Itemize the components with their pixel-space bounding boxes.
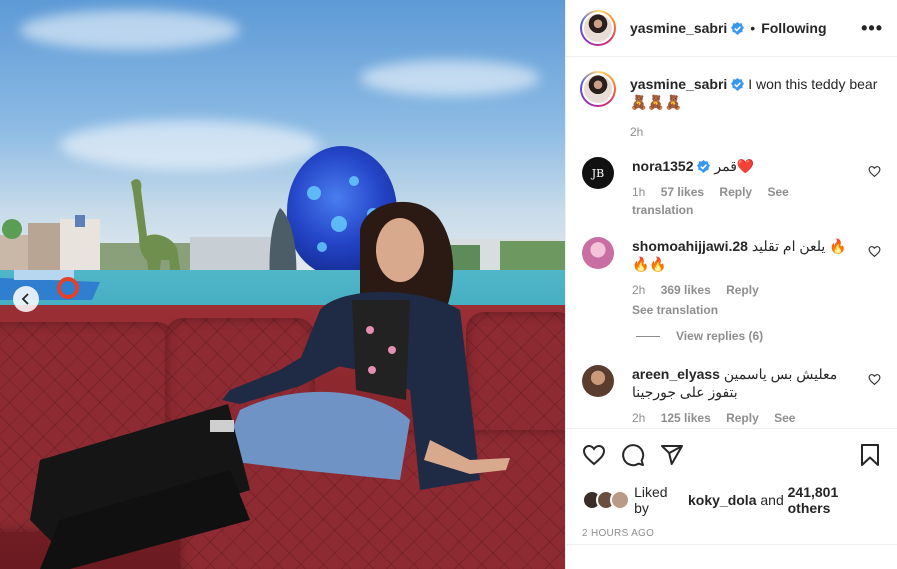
comment-text-line1: معليش بس ياسمين <box>723 366 838 382</box>
post-header: yasmine_sabri • Following ••• <box>566 0 897 57</box>
view-replies-button[interactable]: View replies (6) <box>636 329 881 343</box>
comment-item: JB nora1352 قمر❤️ 1h 57 likes Reply See … <box>582 157 881 219</box>
comment-likes[interactable]: 369 likes <box>661 283 711 297</box>
carousel-prev-button[interactable] <box>13 286 39 312</box>
photo-cloud <box>360 60 540 96</box>
comment-username[interactable]: nora1352 <box>632 158 693 174</box>
comments-list[interactable]: yasmine_sabri I won this teddy bear 🧸🧸🧸 … <box>566 57 897 427</box>
comment-like-heart-icon[interactable] <box>868 165 881 178</box>
liked-by-user[interactable]: koky_dola <box>688 492 756 508</box>
comment-icon[interactable] <box>621 443 645 467</box>
comment-likes[interactable]: 57 likes <box>661 185 704 199</box>
following-button[interactable]: Following <box>761 20 826 36</box>
post-timestamp: 2 HOURS AGO <box>582 528 655 539</box>
view-replies-label: View replies (6) <box>676 329 764 343</box>
photo-cloud <box>60 120 320 170</box>
photo-person <box>30 201 510 569</box>
post-side-panel: yasmine_sabri • Following ••• yasmine_sa… <box>565 0 897 569</box>
likes-conj: and <box>760 492 784 508</box>
post-actions: Liked by koky_dola and 241,801 others 2 … <box>566 428 897 539</box>
comment-likes[interactable]: 125 likes <box>661 411 711 425</box>
comment-time: 2h <box>632 411 646 425</box>
action-icons <box>582 441 881 469</box>
verified-badge-icon <box>731 78 745 91</box>
comment-time: 1h <box>632 185 646 199</box>
see-translation-button[interactable]: See translation <box>632 185 789 217</box>
likes-others[interactable]: 241,801 others <box>788 484 881 516</box>
chevron-left-icon <box>21 293 29 305</box>
comment-avatar[interactable] <box>582 237 614 269</box>
comment-like-heart-icon[interactable] <box>868 373 881 386</box>
comment-time: 2h <box>632 283 646 297</box>
avatar-logo: JB <box>591 166 605 180</box>
likes-prefix: Liked by <box>634 484 668 516</box>
reply-button[interactable]: Reply <box>726 283 759 297</box>
bookmark-icon[interactable] <box>859 443 881 467</box>
caption-username[interactable]: yasmine_sabri <box>630 76 727 92</box>
caption: yasmine_sabri I won this teddy bear 🧸🧸🧸 … <box>580 71 881 141</box>
comment-like-heart-icon[interactable] <box>868 245 881 258</box>
comment-avatar[interactable] <box>582 365 614 397</box>
likes-summary: Liked by koky_dola and 241,801 others <box>582 484 881 516</box>
header-separator: • <box>750 20 756 36</box>
see-translation-button[interactable]: See translation <box>632 303 718 317</box>
verified-badge-icon <box>697 160 711 173</box>
comment-text: قمر❤️ <box>714 158 755 174</box>
verified-badge-icon <box>731 21 745 35</box>
comment-avatar[interactable]: JB <box>582 157 614 189</box>
share-icon[interactable] <box>660 443 684 467</box>
comment-username[interactable]: areen_elyass <box>632 366 720 382</box>
comment-item: areen_elyass معليش بس ياسمين بتفوز على ج… <box>582 365 881 427</box>
view-replies-line <box>636 335 660 337</box>
comment-text-line2: بتفوز على جورجينا <box>632 384 738 400</box>
reply-button[interactable]: Reply <box>726 411 759 425</box>
more-options-icon[interactable]: ••• <box>861 18 883 39</box>
liker-avatars[interactable] <box>582 490 630 510</box>
author-username[interactable]: yasmine_sabri <box>630 20 727 36</box>
comment-username[interactable]: shomoahijjawi.28 <box>632 238 748 254</box>
heart-icon[interactable] <box>582 443 606 467</box>
author-avatar[interactable] <box>580 10 616 46</box>
comment-item: shomoahijjawi.28 يلعن ام تقليد 🔥🔥🔥 2h 36… <box>582 237 881 319</box>
add-comment-bar[interactable] <box>566 544 897 569</box>
post-photo[interactable] <box>0 0 565 569</box>
photo-cloud <box>20 10 240 50</box>
see-translation-button[interactable]: See translation <box>632 411 795 427</box>
caption-time: 2h <box>630 125 644 139</box>
reply-button[interactable]: Reply <box>719 185 752 199</box>
author-avatar[interactable] <box>580 71 616 107</box>
instagram-post-modal: yasmine_sabri • Following ••• yasmine_sa… <box>0 0 897 569</box>
